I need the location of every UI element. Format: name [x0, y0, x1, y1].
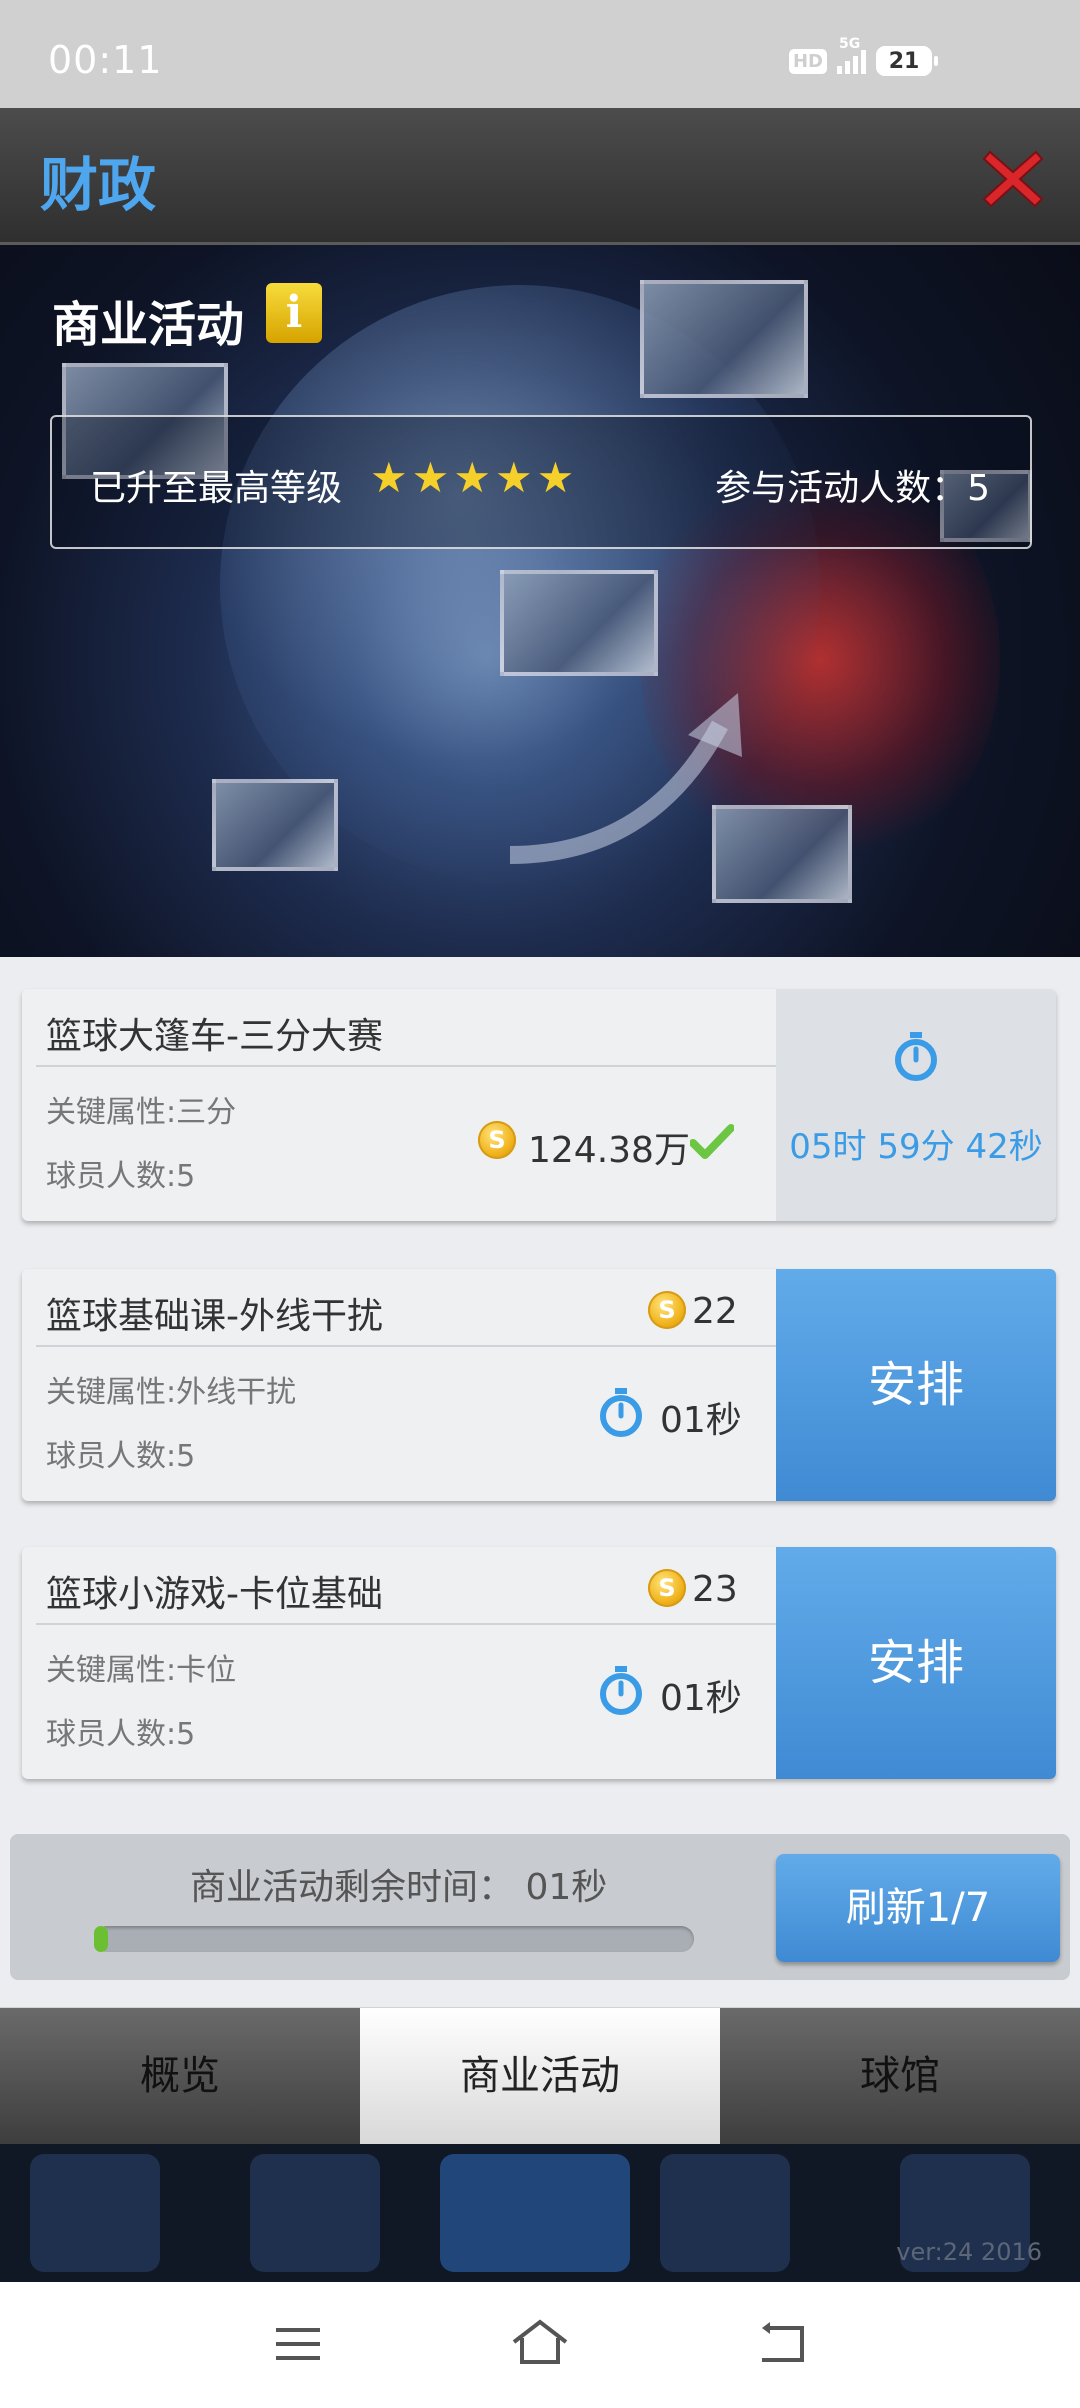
business-banner: 商业活动 i 已升至最高等级 ★ ★ ★ ★ ★ 参与活动人数：5 — [0, 245, 1080, 957]
banner-photo — [212, 779, 338, 871]
remaining-time-text: 商业活动剩余时间： 01秒 — [190, 1867, 608, 1908]
tab-arena[interactable]: 球馆 — [720, 2008, 1080, 2144]
status-time: 00:11 — [48, 38, 163, 82]
stopwatch-icon — [600, 1666, 642, 1715]
arrange-button[interactable]: 安排 — [776, 1269, 1056, 1501]
activity-cost: 23 — [692, 1569, 738, 1610]
progress-bar — [94, 1926, 694, 1952]
countdown-panel: 05时 59分 42秒 — [776, 989, 1056, 1221]
divider — [36, 1623, 776, 1625]
close-icon[interactable] — [980, 146, 1046, 212]
activity-attribute: 关键属性:三分 — [46, 1095, 237, 1130]
status-bar: 00:11 HD 5G 21 — [0, 0, 1080, 108]
version-label: ver:24 2016 — [896, 2238, 1042, 2266]
menu-icon — [30, 2154, 160, 2272]
finance-header: 财政 — [0, 108, 1080, 245]
info-icon[interactable]: i — [266, 283, 322, 343]
battery-level: 21 — [888, 48, 920, 74]
refresh-button[interactable]: 刷新1/7 — [776, 1854, 1060, 1962]
progress-fill — [94, 1926, 108, 1952]
activity-duration: 01秒 — [660, 1678, 742, 1719]
coin-icon: S — [648, 1291, 686, 1329]
activity-players: 球员人数:5 — [46, 1159, 196, 1194]
menu-icon[interactable] — [274, 2324, 322, 2364]
hd-icon: HD — [788, 48, 827, 74]
system-icons: HD 5G 21 — [788, 36, 938, 78]
level-text: 已升至最高等级 — [90, 468, 343, 509]
activity-name: 篮球大篷车-三分大赛 — [46, 1016, 383, 1057]
activity-card: 篮球小游戏-卡位基础 关键属性:卡位 球员人数:5 S 23 01秒 安排 — [22, 1547, 1056, 1779]
participant-count: 参与活动人数：5 — [715, 468, 990, 509]
arrange-button[interactable]: 安排 — [776, 1547, 1056, 1779]
divider — [36, 1065, 776, 1067]
star-icon: ★ — [411, 453, 450, 502]
activity-duration: 01秒 — [660, 1400, 742, 1441]
stopwatch-icon — [600, 1388, 642, 1437]
arrow-graphic — [509, 693, 742, 864]
menu-icon — [440, 2154, 630, 2272]
reward-value: 124.38万 — [528, 1130, 690, 1171]
coin-icon: S — [648, 1569, 686, 1607]
tab-overview[interactable]: 概览 — [0, 2008, 360, 2144]
menu-icon — [250, 2154, 380, 2272]
banner-photo — [640, 280, 808, 398]
star-rating: ★ ★ ★ ★ ★ — [370, 455, 574, 501]
activity-card[interactable]: 篮球大篷车-三分大赛 关键属性:三分 球员人数:5 S 124.38万 05时 … — [22, 989, 1056, 1221]
tab-business[interactable]: 商业活动 — [360, 2008, 720, 2144]
battery-icon: 21 — [876, 46, 938, 76]
activity-name: 篮球小游戏-卡位基础 — [46, 1574, 383, 1615]
check-icon — [690, 1124, 734, 1159]
page-title: 财政 — [40, 151, 157, 219]
coin-icon: S — [478, 1121, 516, 1159]
star-icon: ★ — [370, 453, 408, 502]
back-icon[interactable] — [756, 2320, 806, 2366]
countdown-text: 05时 59分 42秒 — [789, 1127, 1043, 1167]
section-title: 商业活动 — [52, 297, 245, 353]
banner-photo — [500, 570, 658, 676]
activity-players: 球员人数:5 — [46, 1717, 196, 1752]
menu-icon — [660, 2154, 790, 2272]
home-icon[interactable] — [510, 2318, 570, 2366]
remaining-time-panel: 商业活动剩余时间： 01秒 刷新1/7 — [10, 1834, 1070, 1980]
activity-players: 球员人数:5 — [46, 1439, 196, 1474]
divider — [36, 1345, 776, 1347]
network-type-label: 5G — [839, 36, 861, 52]
system-nav-bar — [0, 2282, 1080, 2408]
game-menu-bar: ver:24 2016 — [0, 2144, 1080, 2282]
level-box: 已升至最高等级 ★ ★ ★ ★ ★ 参与活动人数：5 — [50, 415, 1032, 549]
activity-attribute: 关键属性:卡位 — [46, 1653, 237, 1688]
stopwatch-icon — [895, 1032, 937, 1081]
star-icon: ★ — [536, 453, 575, 502]
activity-attribute: 关键属性:外线干扰 — [46, 1375, 297, 1410]
activity-card: 篮球基础课-外线干扰 关键属性:外线干扰 球员人数:5 S 22 01秒 安排 — [22, 1269, 1056, 1501]
tab-bar: 概览 商业活动 球馆 — [0, 2008, 1080, 2144]
activity-name: 篮球基础课-外线干扰 — [46, 1296, 383, 1337]
star-icon: ★ — [453, 453, 491, 502]
star-icon: ★ — [494, 453, 533, 502]
signal-icon: 5G — [837, 36, 866, 74]
activity-cost: 22 — [692, 1291, 738, 1332]
